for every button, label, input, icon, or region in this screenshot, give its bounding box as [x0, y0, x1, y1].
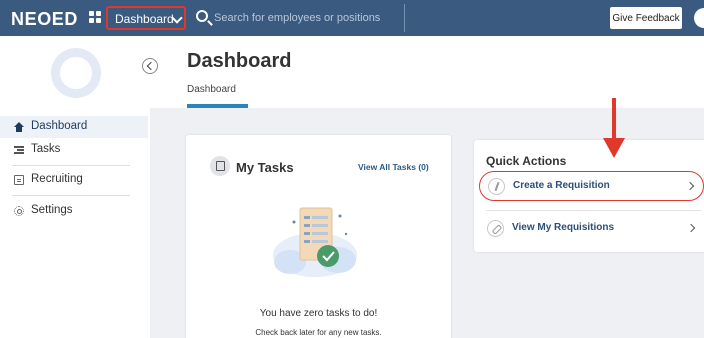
app-logo[interactable]: NEOED — [11, 9, 78, 30]
quick-action-label: View My Requisitions — [512, 222, 615, 233]
module-selector-label: Dashboard — [115, 12, 174, 26]
my-tasks-title: My Tasks — [236, 160, 294, 175]
sidebar-item-label: Tasks — [31, 143, 61, 155]
view-all-tasks-link[interactable]: View All Tasks (0) — [358, 162, 429, 172]
chevron-right-icon — [685, 181, 695, 191]
profile-avatar[interactable] — [51, 48, 101, 98]
divider — [12, 165, 130, 166]
give-feedback-button[interactable]: Give Feedback — [610, 7, 682, 29]
divider — [486, 210, 701, 211]
sidebar-item-tasks[interactable]: Tasks — [0, 139, 148, 161]
quick-actions-card: Quick Actions Create a Requisition View … — [474, 140, 704, 252]
apps-grid-icon[interactable] — [89, 11, 102, 24]
gear-icon — [14, 206, 24, 216]
tasks-icon — [14, 145, 24, 155]
module-selector[interactable]: Dashboard — [106, 6, 186, 30]
link-icon — [487, 220, 504, 237]
collapse-sidebar-button[interactable] — [142, 58, 158, 74]
sidebar-item-label: Dashboard — [31, 120, 88, 132]
sidebar-item-label: Settings — [31, 204, 73, 216]
empty-state-title: You have zero tasks to do! — [259, 308, 378, 319]
sidebar-item-recruiting[interactable]: Recruiting — [0, 169, 148, 191]
sidebar-item-label: Recruiting — [31, 173, 83, 185]
annotation-arrow — [603, 98, 625, 158]
search-icon[interactable] — [196, 10, 208, 22]
empty-state-subtitle: Check back later for any new tasks. — [255, 328, 382, 337]
home-icon — [14, 122, 24, 132]
empty-tasks-illustration — [273, 207, 357, 277]
search-input[interactable] — [214, 6, 402, 30]
divider — [12, 195, 130, 196]
breadcrumb-tab[interactable]: Dashboard — [187, 84, 236, 95]
sidebar-item-settings[interactable]: Settings — [0, 200, 148, 222]
user-avatar[interactable] — [694, 8, 704, 28]
sidebar: Dashboard Tasks Recruiting Settings — [0, 36, 150, 338]
document-icon — [14, 175, 24, 185]
sidebar-item-dashboard[interactable]: Dashboard — [0, 116, 148, 138]
create-requisition-action[interactable]: Create a Requisition — [479, 171, 704, 201]
chevron-right-icon — [686, 223, 696, 233]
page-title: Dashboard — [187, 50, 292, 72]
my-tasks-card: My Tasks View All Tasks (0) You have zer… — [186, 135, 451, 338]
view-requisitions-action[interactable]: View My Requisitions — [479, 214, 704, 244]
quick-actions-title: Quick Actions — [486, 154, 567, 168]
top-bar: NEOED Dashboard Give Feedback — [0, 0, 704, 36]
divider — [404, 4, 405, 32]
clipboard-icon — [210, 156, 230, 176]
quick-action-label: Create a Requisition — [513, 180, 610, 191]
bolt-icon — [488, 178, 505, 195]
